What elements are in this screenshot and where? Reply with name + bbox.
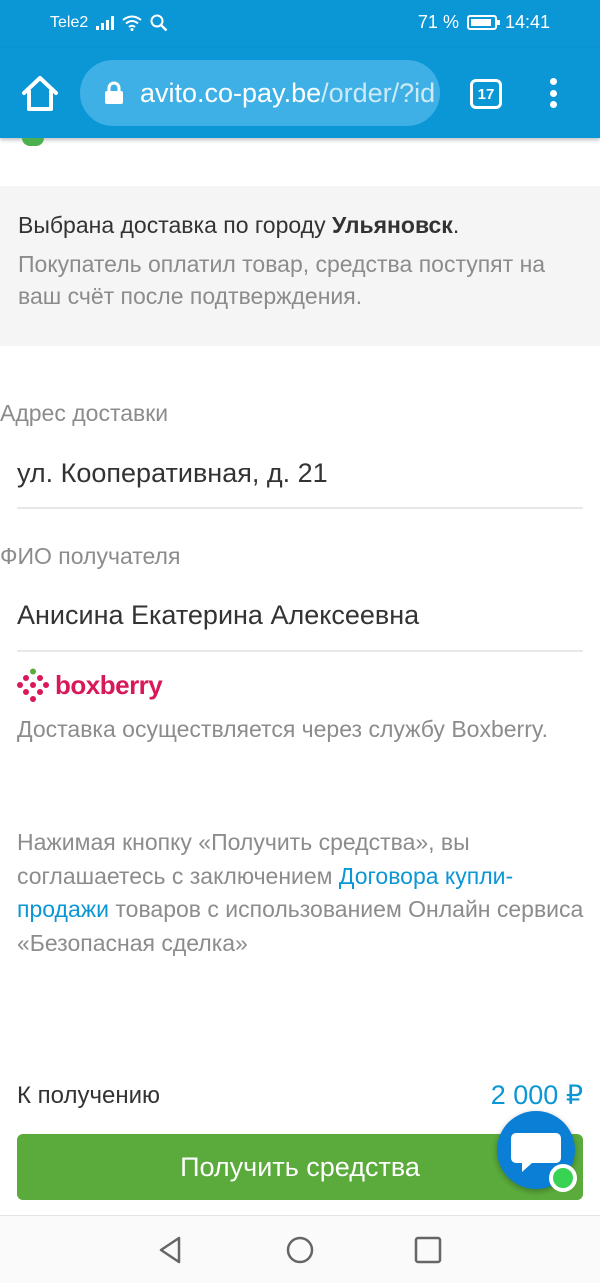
delivery-city: Ульяновск bbox=[331, 212, 453, 238]
delivery-service-text: Доставка осуществляется через службу Box… bbox=[17, 716, 549, 742]
tab-count: 17 bbox=[477, 85, 495, 103]
get-funds-label: Получить средства bbox=[180, 1151, 420, 1182]
browser-toolbar: avito.co-pay.be/order/?id 17 bbox=[0, 48, 600, 138]
boxberry-logo: boxberry bbox=[17, 668, 163, 702]
payment-status-text: Покупатель оплатил товар, средства посту… bbox=[18, 251, 546, 309]
wifi-icon bbox=[122, 15, 142, 31]
home-icon[interactable] bbox=[18, 72, 62, 116]
delivery-info-box: Выбрана доставка по городу Ульяновск. По… bbox=[0, 186, 600, 346]
tab-switcher-button[interactable]: 17 bbox=[470, 79, 502, 109]
battery-percent: 71 % bbox=[417, 12, 459, 32]
search-icon bbox=[150, 14, 168, 32]
home-nav-icon[interactable] bbox=[284, 1234, 316, 1266]
status-right: 71 % 14:41 bbox=[418, 12, 550, 33]
url-domain: avito.co-pay.be bbox=[140, 77, 322, 108]
address-bar[interactable]: avito.co-pay.be/order/?id bbox=[80, 60, 440, 126]
back-icon[interactable] bbox=[155, 1234, 187, 1266]
recipient-divider bbox=[17, 650, 583, 652]
more-menu-icon[interactable] bbox=[541, 78, 565, 108]
status-left: Tele2 bbox=[50, 14, 168, 32]
system-nav-bar bbox=[0, 1215, 600, 1283]
delivery-city-text: Выбрана доставка по городу Ульяновск. bbox=[18, 212, 460, 238]
lock-icon bbox=[105, 81, 123, 104]
boxberry-wordmark: boxberry bbox=[55, 669, 163, 700]
status-bar: Tele2 71 % 14:41 bbox=[0, 0, 600, 48]
recipient-value: Анисина Екатерина Алексеевна bbox=[17, 600, 420, 630]
url-path: /order/?id bbox=[321, 77, 436, 108]
boxberry-berry-icon bbox=[17, 668, 49, 702]
url-text[interactable]: avito.co-pay.be/order/?id bbox=[140, 78, 435, 109]
recipient-label: ФИО получателя bbox=[0, 543, 181, 569]
address-value: ул. Кооперативная, д. 21 bbox=[17, 458, 328, 488]
payout-label: К получению bbox=[17, 1082, 160, 1109]
carrier-label: Tele2 bbox=[50, 14, 89, 31]
address-divider bbox=[17, 507, 583, 509]
online-status-dot bbox=[549, 1164, 577, 1192]
battery-icon bbox=[466, 15, 500, 30]
address-label: Адрес доставки bbox=[0, 400, 169, 426]
payout-amount: 2 000 ₽ bbox=[490, 1080, 583, 1110]
agreement-text: Нажимая кнопку «Получить средства», вы с… bbox=[17, 829, 584, 956]
clock: 14:41 bbox=[504, 12, 550, 32]
shield-icon bbox=[22, 138, 44, 146]
recents-icon[interactable] bbox=[412, 1234, 444, 1266]
signal-icon bbox=[96, 16, 115, 30]
